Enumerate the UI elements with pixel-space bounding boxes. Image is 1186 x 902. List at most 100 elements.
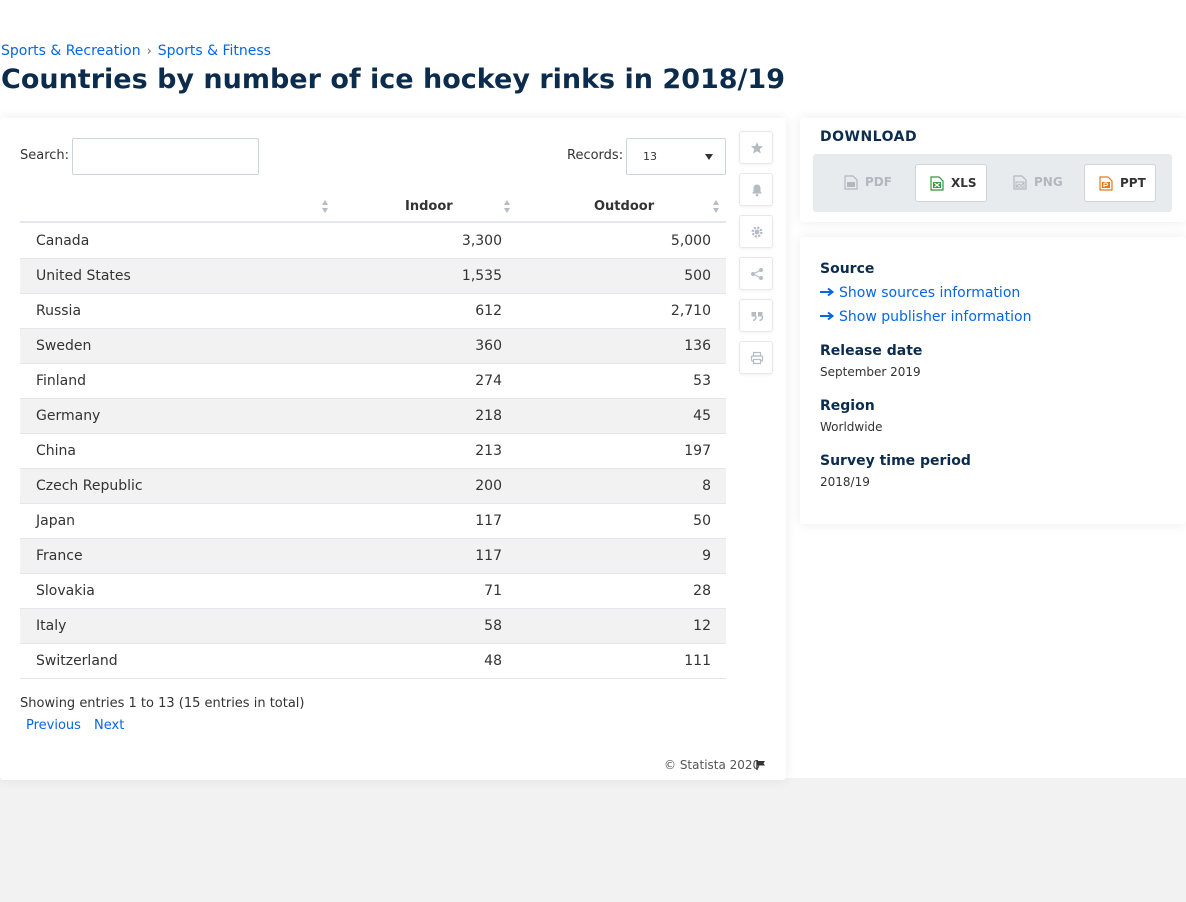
copyright-text[interactable]: © Statista 2020 xyxy=(664,758,760,772)
survey-period-value: 2018/19 xyxy=(820,475,870,489)
cell-indoor: 58 xyxy=(484,618,502,634)
quote-icon xyxy=(751,312,764,322)
cell-indoor: 360 xyxy=(475,338,502,354)
breadcrumb-item-sports-recreation[interactable]: Sports & Recreation xyxy=(1,43,141,59)
records-select-value: 13 xyxy=(643,150,657,163)
sort-icon[interactable] xyxy=(322,200,329,213)
table-row: United States 1,535 500 xyxy=(20,259,726,294)
records-label: Records: xyxy=(567,148,624,163)
page-title: Countries by number of ice hockey rinks … xyxy=(1,64,785,95)
ppt-file-icon xyxy=(1099,176,1113,191)
cell-country: China xyxy=(36,443,76,459)
cell-outdoor: 28 xyxy=(693,583,711,599)
download-ppt-button[interactable]: PPT xyxy=(1084,164,1156,202)
cell-indoor: 71 xyxy=(484,583,502,599)
download-title: DOWNLOAD xyxy=(820,129,918,145)
release-date-value: September 2019 xyxy=(820,365,921,379)
flag-icon[interactable] xyxy=(756,760,766,770)
cell-indoor: 48 xyxy=(484,653,502,669)
download-ppt-label: PPT xyxy=(1120,176,1146,190)
table-row: China 213 197 xyxy=(20,434,726,469)
citation-button[interactable] xyxy=(739,299,773,332)
notification-button[interactable] xyxy=(739,173,773,206)
table-row: Czech Republic 200 8 xyxy=(20,469,726,504)
show-sources-label: Show sources information xyxy=(839,285,1021,301)
table-row: Slovakia 71 28 xyxy=(20,574,726,609)
cell-country: Switzerland xyxy=(36,653,118,669)
chevron-down-icon xyxy=(705,154,713,160)
search-input[interactable] xyxy=(72,138,259,175)
cell-outdoor: 111 xyxy=(684,653,711,669)
cell-indoor: 1,535 xyxy=(461,268,502,284)
cell-indoor: 213 xyxy=(475,443,502,459)
sort-icon[interactable] xyxy=(504,200,511,213)
download-xls-button[interactable]: XLS xyxy=(915,164,987,202)
cell-country: United States xyxy=(36,268,131,284)
share-icon xyxy=(751,268,763,280)
png-file-icon xyxy=(1013,175,1027,190)
region-heading: Region xyxy=(820,398,875,414)
settings-button[interactable] xyxy=(739,215,773,248)
cell-outdoor: 2,710 xyxy=(670,303,711,319)
cell-indoor: 218 xyxy=(475,408,502,424)
cell-country: Canada xyxy=(36,233,90,249)
show-publisher-label: Show publisher information xyxy=(839,309,1032,325)
share-button[interactable] xyxy=(739,257,773,290)
cell-indoor: 274 xyxy=(475,373,502,389)
cell-country: Slovakia xyxy=(36,583,95,599)
table-header: Indoor Outdoor xyxy=(20,190,726,223)
cell-country: France xyxy=(36,548,83,564)
cell-outdoor: 5,000 xyxy=(670,233,711,249)
download-pdf-button[interactable]: PDF xyxy=(830,164,902,202)
cell-outdoor: 53 xyxy=(693,373,711,389)
favorite-button[interactable] xyxy=(739,131,773,164)
column-header-outdoor[interactable]: Outdoor xyxy=(594,199,654,214)
star-icon xyxy=(751,142,763,154)
sort-icon[interactable] xyxy=(713,200,720,213)
next-page-link[interactable]: Next xyxy=(94,718,124,733)
download-png-label: PNG xyxy=(1034,175,1063,189)
show-sources-link[interactable]: Show sources information xyxy=(820,285,1020,301)
print-icon xyxy=(750,351,764,365)
previous-page-link[interactable]: Previous xyxy=(26,718,81,733)
xls-file-icon xyxy=(930,176,944,191)
table-row: Germany 218 45 xyxy=(20,399,726,434)
column-header-indoor[interactable]: Indoor xyxy=(405,199,453,214)
cell-country: Czech Republic xyxy=(36,478,143,494)
table-body: Canada 3,300 5,000 United States 1,535 500 R… xyxy=(20,224,726,679)
cell-country: Russia xyxy=(36,303,82,319)
table-row: Italy 58 12 xyxy=(20,609,726,644)
bell-icon xyxy=(752,184,762,197)
breadcrumb: Sports & Recreation › Sports & Fitness xyxy=(1,43,271,59)
breadcrumb-item-sports-fitness[interactable]: Sports & Fitness xyxy=(158,43,271,59)
page-footer-background xyxy=(0,778,1186,902)
region-value: Worldwide xyxy=(820,420,883,434)
cell-indoor: 117 xyxy=(475,548,502,564)
source-heading: Source xyxy=(820,261,875,277)
cell-country: Finland xyxy=(36,373,87,389)
cell-outdoor: 9 xyxy=(702,548,711,564)
cell-indoor: 3,300 xyxy=(461,233,502,249)
search-label: Search: xyxy=(20,148,70,163)
download-pdf-label: PDF xyxy=(865,175,892,189)
table-row: France 117 9 xyxy=(20,539,726,574)
cell-country: Italy xyxy=(36,618,67,634)
breadcrumb-separator: › xyxy=(146,44,152,59)
cell-indoor: 117 xyxy=(475,513,502,529)
table-row: Switzerland 48 111 xyxy=(20,644,726,679)
print-button[interactable] xyxy=(739,341,773,374)
records-select[interactable]: 13 xyxy=(626,138,726,175)
arrow-right-icon xyxy=(820,287,834,297)
entries-info: Showing entries 1 to 13 (15 entries in t… xyxy=(20,696,305,711)
download-png-button[interactable]: PNG xyxy=(999,164,1071,202)
table-row: Russia 612 2,710 xyxy=(20,294,726,329)
cell-outdoor: 45 xyxy=(693,408,711,424)
cell-outdoor: 500 xyxy=(684,268,711,284)
cell-outdoor: 8 xyxy=(702,478,711,494)
cell-outdoor: 12 xyxy=(693,618,711,634)
cell-country: Japan xyxy=(36,513,76,529)
table-row: Canada 3,300 5,000 xyxy=(20,224,726,259)
cell-indoor: 200 xyxy=(475,478,502,494)
cell-outdoor: 136 xyxy=(684,338,711,354)
show-publisher-link[interactable]: Show publisher information xyxy=(820,309,1031,325)
